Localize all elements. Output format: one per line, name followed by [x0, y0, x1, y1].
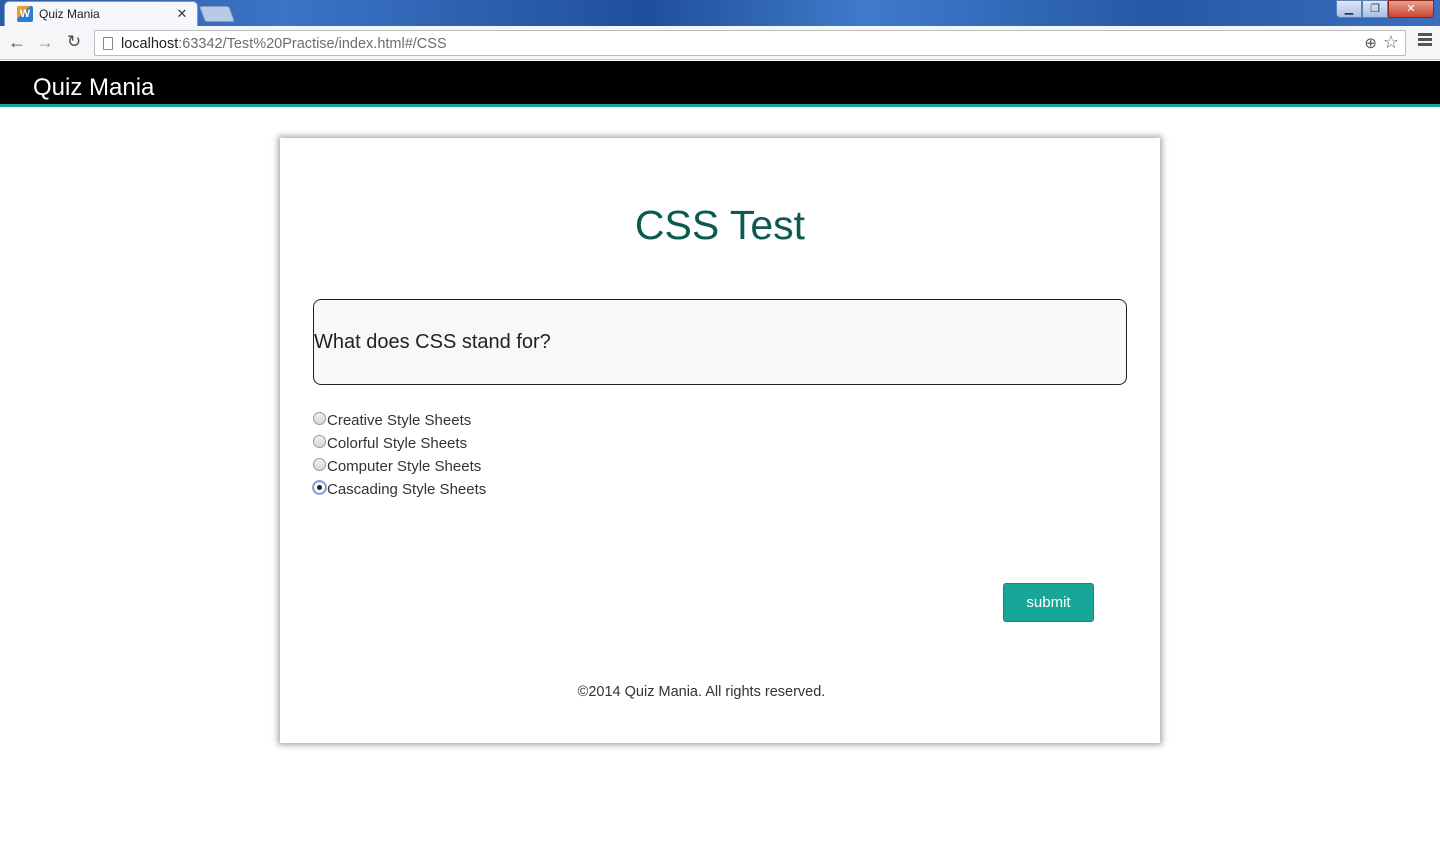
option-creative[interactable]: Creative Style Sheets	[313, 409, 486, 432]
tab-title: Quiz Mania	[39, 7, 100, 21]
forward-arrow-icon[interactable]: →	[34, 32, 56, 54]
radio-cascading[interactable]	[313, 481, 326, 494]
answer-options: Creative Style Sheets Colorful Style She…	[313, 409, 486, 501]
address-bar[interactable]: localhost:63342/Test%20Practise/index.ht…	[94, 30, 1406, 56]
menu-icon[interactable]	[1418, 33, 1432, 48]
close-window-button[interactable]: ✕	[1388, 0, 1434, 18]
quiz-title: CSS Test	[634, 202, 806, 248]
option-cascading[interactable]: Cascading Style Sheets	[313, 478, 486, 501]
zoom-icon[interactable]: ⊕	[1364, 34, 1377, 52]
new-tab-button[interactable]	[199, 6, 235, 22]
browser-tab[interactable]: W Quiz Mania ✕	[4, 1, 198, 26]
submit-button[interactable]: submit	[1003, 583, 1094, 622]
option-label: Creative Style Sheets	[327, 412, 472, 429]
minimize-button[interactable]: ▁	[1336, 0, 1362, 18]
footer-copyright: ©2014 Quiz Mania. All rights reserved.	[577, 684, 826, 700]
reload-icon[interactable]: ↻	[63, 32, 85, 54]
option-label: Computer Style Sheets	[327, 458, 482, 475]
option-label: Cascading Style Sheets	[327, 481, 487, 498]
question-text: What does CSS stand for?	[314, 331, 551, 353]
browser-toolbar: ← → ↻ localhost:63342/Test%20Practise/in…	[0, 26, 1440, 60]
option-colorful[interactable]: Colorful Style Sheets	[313, 432, 486, 455]
site-favicon-icon: W	[17, 6, 33, 22]
url-host: localhost	[121, 36, 179, 52]
app-header: Quiz Mania	[0, 61, 1440, 107]
option-label: Colorful Style Sheets	[327, 435, 468, 452]
page-icon	[103, 37, 113, 50]
quiz-card: CSS Test What does CSS stand for? Creati…	[280, 138, 1160, 743]
url-path: :63342/Test%20Practise/index.html#/CSS	[178, 36, 447, 52]
tab-close-icon[interactable]: ✕	[173, 6, 191, 22]
radio-computer[interactable]	[313, 458, 326, 471]
browser-titlebar: W Quiz Mania ✕ ▁ ❐ ✕	[0, 0, 1440, 26]
window-controls: ▁ ❐ ✕	[1336, 0, 1434, 18]
url-text[interactable]: localhost:63342/Test%20Practise/index.ht…	[121, 36, 447, 52]
radio-colorful[interactable]	[313, 435, 326, 448]
question-box: What does CSS stand for?	[313, 299, 1127, 385]
option-computer[interactable]: Computer Style Sheets	[313, 455, 486, 478]
back-arrow-icon[interactable]: ←	[6, 32, 28, 54]
bookmark-star-icon[interactable]: ☆	[1383, 32, 1399, 53]
radio-creative[interactable]	[313, 412, 326, 425]
brand-title[interactable]: Quiz Mania	[33, 74, 154, 102]
maximize-button[interactable]: ❐	[1362, 0, 1388, 18]
